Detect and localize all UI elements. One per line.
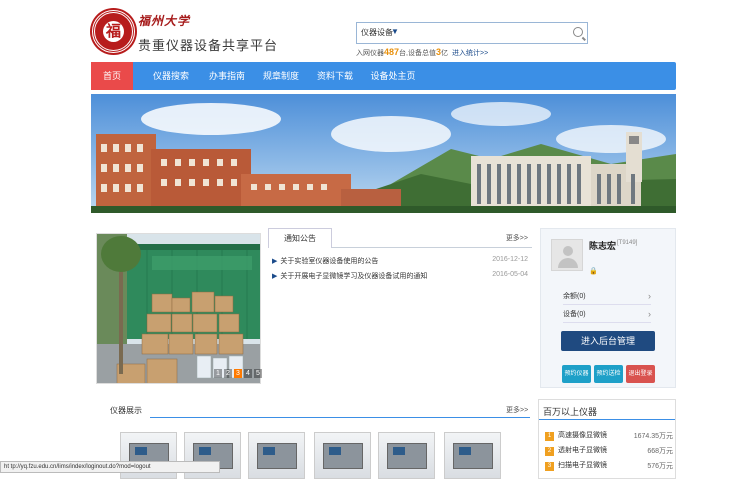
ranking-item-name[interactable]: 扫描电子显微镜 <box>558 462 607 469</box>
tab-notices[interactable]: 通知公告 <box>268 228 332 248</box>
slider-dot-3[interactable]: 3 <box>234 369 242 378</box>
search-box: 仪器设备 ▼ <box>356 22 588 44</box>
ranking-item-value: 668万元 <box>647 448 673 455</box>
platform-stats: 入网仪器487台,设备总值3亿 进入统计>> <box>356 47 488 58</box>
user-id: [T9149] <box>617 240 638 246</box>
notice-item[interactable]: ▶ 关于实验室仪器设备使用的公告 2016-12-12 <box>272 256 528 266</box>
lab-photo[interactable] <box>96 233 261 384</box>
ranking-panel: 百万以上仪器 1 高速摄像显微镜 1674.35万元 2 透射电子显微镜 668万元… <box>538 399 676 479</box>
notice-panel: 通知公告 更多>> ▶ 关于实验室仪器设备使用的公告 2016-12-12 ▶ 关于… <box>268 228 532 388</box>
avatar <box>551 239 583 271</box>
instrument-thumbnail[interactable] <box>378 432 435 479</box>
instruments-divider <box>150 417 530 418</box>
slider-dots: 1 2 3 4 5 <box>214 369 262 378</box>
notice-item-date: 2016-05-04 <box>492 271 528 278</box>
site-title: 贵重仪器设备共享平台 <box>138 38 279 53</box>
ranking-item-name[interactable]: 透射电子显微镜 <box>558 447 607 454</box>
ranking-item-name[interactable]: 高速摄像显微镜 <box>558 432 607 439</box>
admin-login-button[interactable]: 进入后台管理 <box>561 331 655 351</box>
campus-banner <box>91 94 676 213</box>
lock-icon: 🔒 <box>589 268 598 275</box>
logo-char: 福 <box>103 21 124 42</box>
search-category-select[interactable]: 仪器设备 <box>361 27 393 38</box>
nav-department-home[interactable]: 设备处主页 <box>361 62 425 90</box>
stats-link[interactable]: 进入统计>> <box>452 50 488 57</box>
instruments-more-link[interactable]: 更多>> <box>506 405 528 415</box>
stats-prefix: 入网仪器 <box>356 50 384 57</box>
logout-button[interactable]: 退出登录 <box>626 365 655 383</box>
ranking-item[interactable]: 2 透射电子显微镜 668万元 <box>545 445 673 456</box>
reserve-instrument-button[interactable]: 预约仪器 <box>562 365 591 383</box>
triangle-right-icon: ▶ <box>272 258 278 265</box>
instrument-thumbnail[interactable] <box>314 432 371 479</box>
nav-home[interactable]: 首页 <box>91 62 133 90</box>
instrument-thumbnail[interactable] <box>248 432 305 479</box>
ranking-item-number: 3 <box>545 462 554 471</box>
slider-dot-5[interactable]: 5 <box>254 369 262 378</box>
user-equipment-row[interactable]: 设备(0) › <box>563 309 651 323</box>
instruments-title: 仪器展示 <box>110 406 142 415</box>
ranking-item[interactable]: 1 高速摄像显微镜 1674.35万元 <box>545 430 673 441</box>
main-nav: 首页 仪器搜索 办事指南 规章制度 资料下载 设备处主页 <box>91 62 676 90</box>
notice-item-title[interactable]: 关于实验室仪器设备使用的公告 <box>280 258 378 265</box>
slider-dot-2[interactable]: 2 <box>224 369 232 378</box>
search-icon[interactable] <box>573 27 583 37</box>
user-equipment-label: 设备(0) <box>563 311 586 318</box>
user-panel: 陈志宏 [T9149] 🔒 余额(0) › 设备(0) › 进入后台管理 预约仪… <box>540 228 676 388</box>
chevron-right-icon: › <box>648 291 651 301</box>
search-input[interactable] <box>405 26 565 40</box>
browser-status-bar: ht tp://yq.fzu.edu.cn/lims/index/loginou… <box>0 461 220 473</box>
nav-instrument-search[interactable]: 仪器搜索 <box>145 62 197 90</box>
ranking-item-value: 576万元 <box>647 463 673 470</box>
ranking-item-value: 1674.35万元 <box>633 433 673 440</box>
user-balance-label: 余额(0) <box>563 293 586 300</box>
ranking-title: 百万以上仪器 <box>543 407 598 417</box>
user-name: 陈志宏 <box>589 241 617 251</box>
slider-dot-4[interactable]: 4 <box>244 369 252 378</box>
notice-item-date: 2016-12-12 <box>492 256 528 263</box>
notice-more-link[interactable]: 更多>> <box>506 233 528 243</box>
ranking-item-number: 2 <box>545 447 554 456</box>
nav-regulations[interactable]: 规章制度 <box>255 62 307 90</box>
university-logo[interactable]: 福 <box>92 10 135 53</box>
nav-downloads[interactable]: 资料下载 <box>309 62 361 90</box>
nav-guide[interactable]: 办事指南 <box>201 62 253 90</box>
reserve-test-button[interactable]: 预约送检 <box>594 365 623 383</box>
ranking-divider <box>539 419 675 420</box>
campus-banner-image <box>91 94 676 213</box>
stats-middle: 台,设备总值 <box>399 50 436 57</box>
slider-dot-1[interactable]: 1 <box>214 369 222 378</box>
notice-item[interactable]: ▶ 关于开展电子显微镜学习及仪器设备试用的通知 2016-05-04 <box>272 271 528 281</box>
chevron-right-icon: › <box>648 309 651 319</box>
instrument-thumbnail[interactable] <box>444 432 501 479</box>
user-balance-row[interactable]: 余额(0) › <box>563 291 651 305</box>
caret-down-icon[interactable]: ▼ <box>391 27 399 36</box>
triangle-right-icon: ▶ <box>272 273 278 280</box>
ranking-item[interactable]: 3 扫描电子显微镜 576万元 <box>545 460 673 471</box>
lab-photo-image <box>97 234 260 383</box>
ranking-item-number: 1 <box>545 432 554 441</box>
notice-item-title[interactable]: 关于开展电子显微镜学习及仪器设备试用的通知 <box>280 273 427 280</box>
stats-suffix: 亿 <box>441 50 448 57</box>
university-name: 福州大学 <box>138 14 191 28</box>
stats-count: 487 <box>384 47 400 57</box>
